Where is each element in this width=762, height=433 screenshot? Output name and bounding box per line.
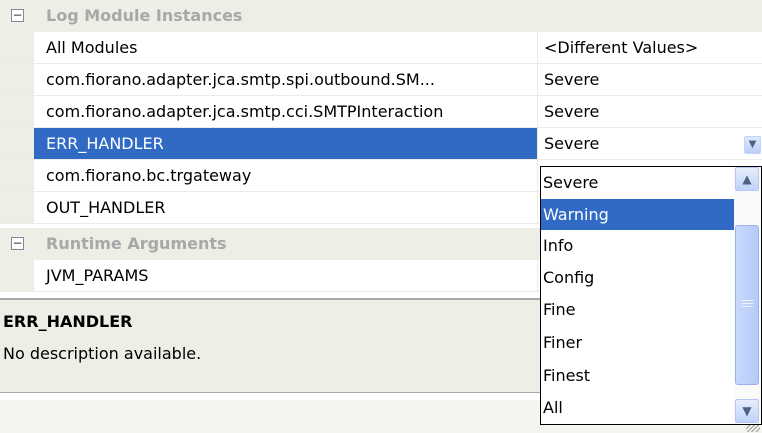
row-gutter (0, 128, 34, 159)
value-combo[interactable]: Severe ▼ (538, 128, 762, 159)
scrollbar-thumb[interactable] (735, 225, 759, 385)
dropdown-option[interactable]: Config (541, 262, 734, 293)
property-row[interactable]: com.fiorano.adapter.jca.smtp.spi.outboun… (0, 64, 762, 96)
property-name: ERR_HANDLER (46, 134, 164, 153)
property-name: All Modules (46, 38, 138, 57)
property-name-cell[interactable]: ERR_HANDLER (34, 128, 538, 159)
chevron-up-icon[interactable]: ▲ (735, 167, 759, 191)
dropdown-option[interactable]: All (541, 392, 734, 423)
row-gutter (0, 260, 34, 291)
grip-icon (742, 300, 753, 308)
dropdown-scrollbar[interactable]: ▲ ▼ (734, 167, 761, 424)
property-value-cell[interactable]: Severe (538, 96, 762, 127)
row-gutter (0, 96, 34, 127)
property-name-cell[interactable]: All Modules (34, 32, 538, 63)
property-name: com.fiorano.bc.trgateway (46, 166, 252, 185)
property-name: com.fiorano.adapter.jca.smtp.spi.outboun… (46, 70, 435, 89)
row-gutter (0, 32, 34, 63)
property-name: com.fiorano.adapter.jca.smtp.cci.SMTPInt… (46, 102, 444, 121)
property-name: JVM_PARAMS (46, 266, 149, 285)
property-name-cell[interactable]: com.fiorano.adapter.jca.smtp.spi.outboun… (34, 64, 538, 95)
property-value: Severe (544, 102, 600, 121)
description-text: No description available. (3, 344, 202, 363)
collapse-toggle-icon[interactable]: − (11, 9, 24, 22)
row-gutter (0, 160, 34, 191)
chevron-down-icon[interactable]: ▼ (744, 136, 761, 154)
property-row-selected[interactable]: ERR_HANDLER Severe ▼ (0, 128, 762, 160)
property-value: <Different Values> (544, 38, 699, 57)
log-level-dropdown-list[interactable]: Severe Warning Info Config Fine Finer Fi… (540, 166, 762, 425)
property-value: Severe (544, 70, 600, 89)
dropdown-option[interactable]: Fine (541, 294, 734, 325)
dropdown-option[interactable]: Finer (541, 327, 734, 358)
category-log-module-instances[interactable]: − Log Module Instances (0, 0, 762, 32)
property-name: OUT_HANDLER (46, 198, 166, 217)
property-name-cell[interactable]: com.fiorano.bc.trgateway (34, 160, 538, 191)
category-label: Log Module Instances (46, 6, 243, 25)
property-name-cell[interactable]: OUT_HANDLER (34, 192, 538, 223)
property-row[interactable]: All Modules <Different Values> (0, 32, 762, 64)
dropdown-option[interactable]: Info (541, 230, 734, 261)
dropdown-option[interactable]: Finest (541, 360, 734, 391)
property-name-cell[interactable]: JVM_PARAMS (34, 260, 538, 291)
property-row[interactable]: com.fiorano.adapter.jca.smtp.cci.SMTPInt… (0, 96, 762, 128)
property-value-cell[interactable]: <Different Values> (538, 32, 762, 63)
combo-value: Severe (544, 134, 600, 153)
description-title: ERR_HANDLER (3, 312, 133, 331)
row-gutter (0, 64, 34, 95)
category-label: Runtime Arguments (46, 234, 227, 253)
dropdown-option[interactable]: Severe (541, 167, 734, 198)
property-name-cell[interactable]: com.fiorano.adapter.jca.smtp.cci.SMTPInt… (34, 96, 538, 127)
row-gutter (0, 192, 34, 223)
collapse-toggle-icon[interactable]: − (11, 237, 24, 250)
property-value-cell[interactable]: Severe (538, 64, 762, 95)
dropdown-option-highlighted[interactable]: Warning (541, 199, 734, 230)
chevron-down-icon[interactable]: ▼ (735, 399, 759, 423)
